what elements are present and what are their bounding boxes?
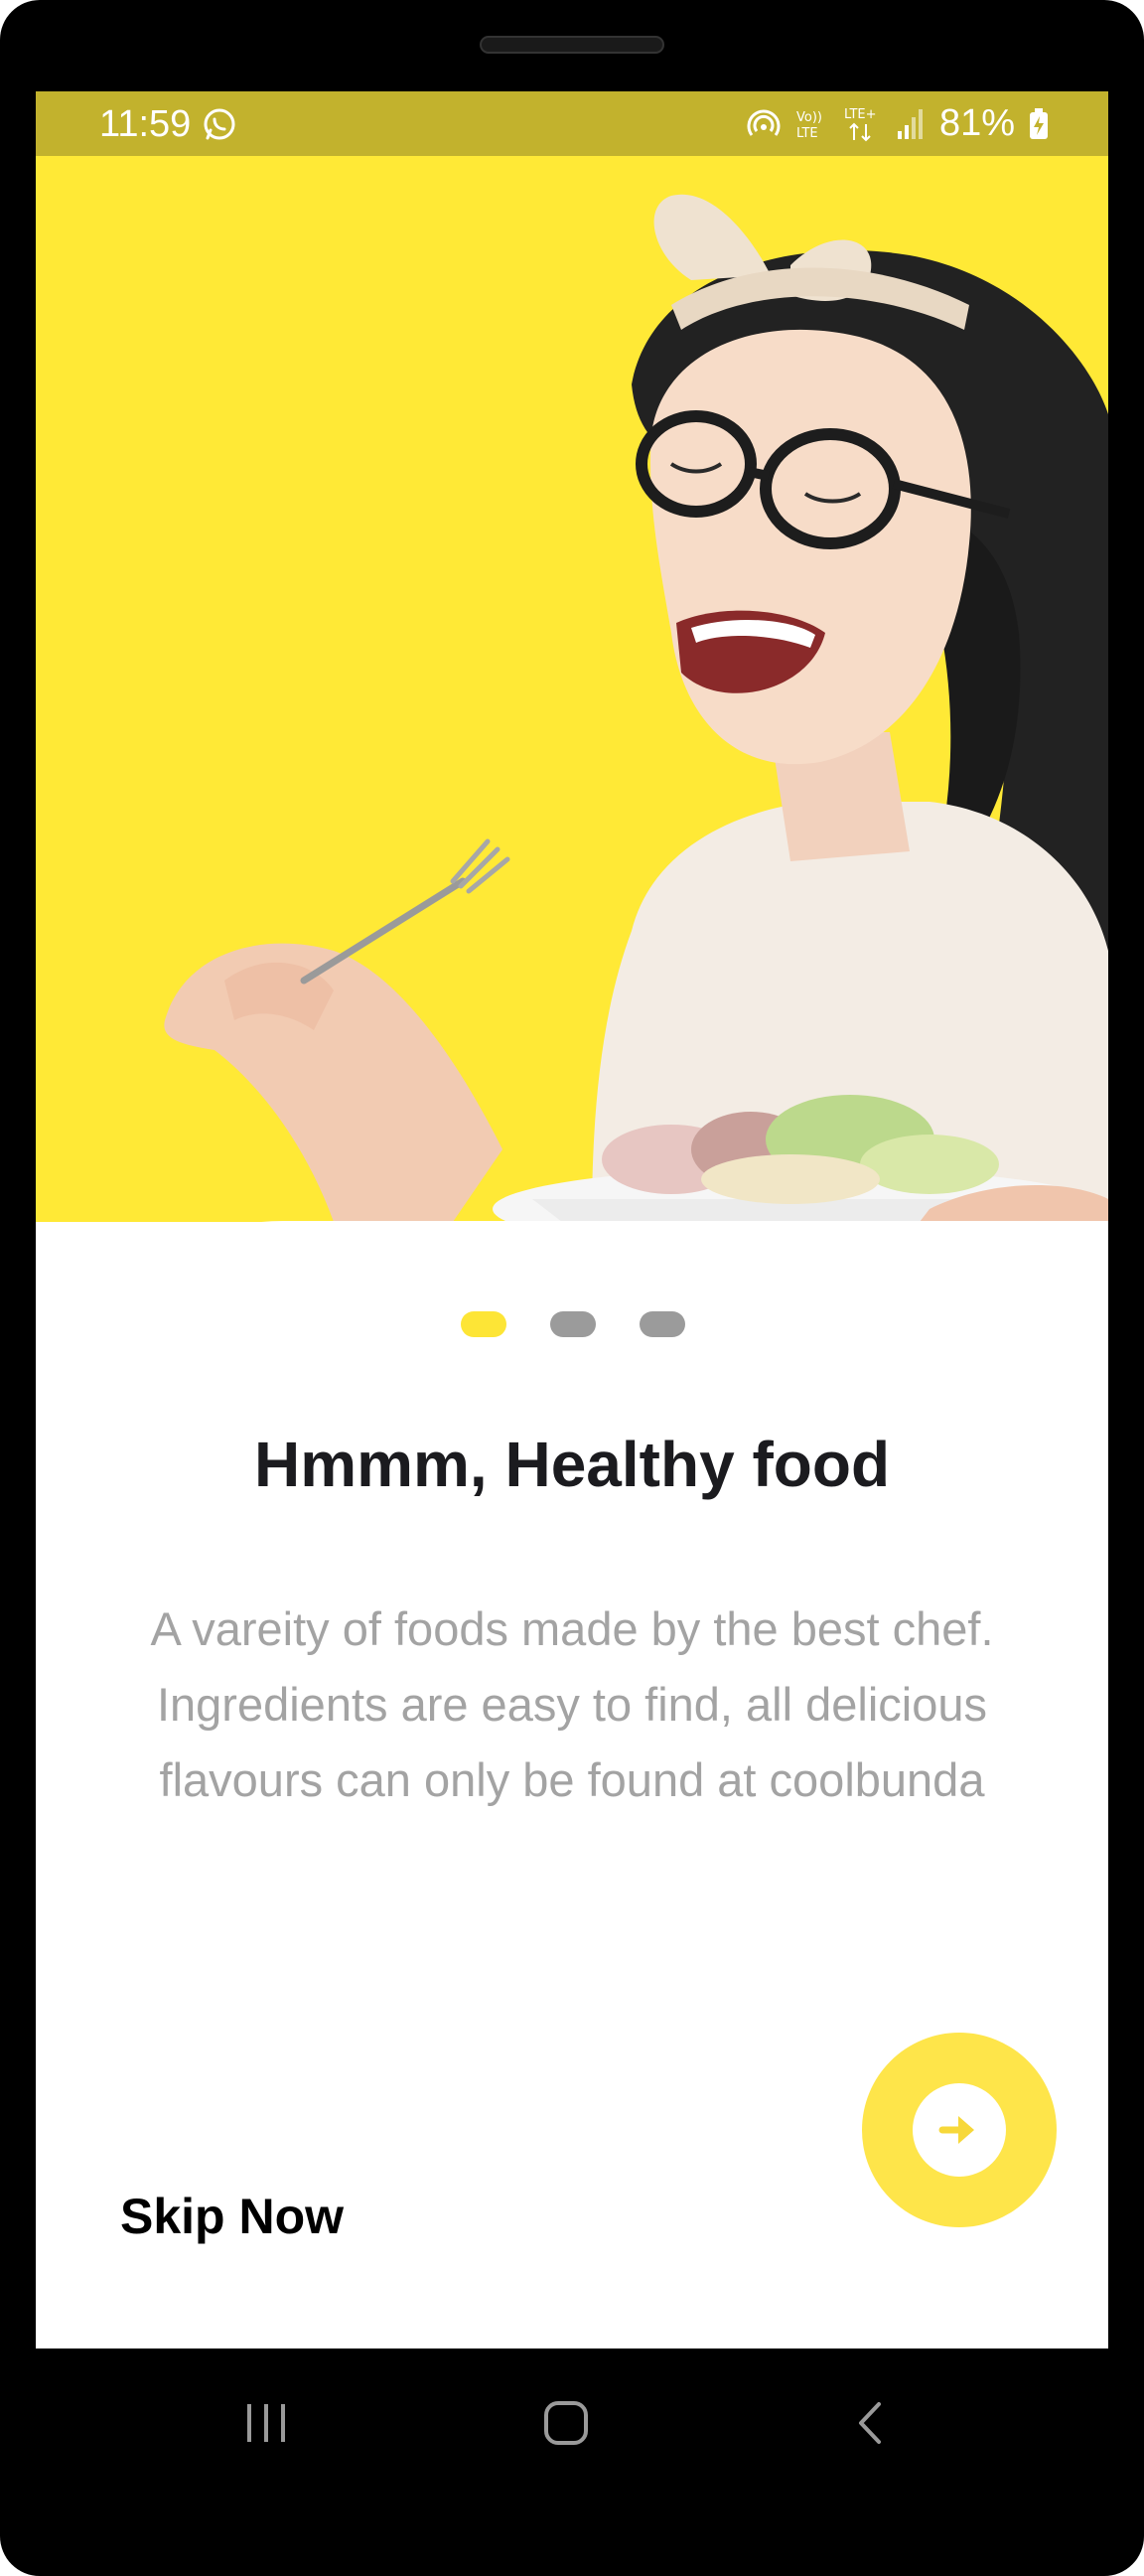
- whatsapp-icon: [204, 108, 235, 140]
- woman-eating-salad-illustration: [164, 194, 1108, 1222]
- svg-text:LTE+: LTE+: [844, 107, 877, 122]
- lte-plus-data-icon: LTE+: [844, 107, 877, 141]
- arrow-right-icon: [938, 2116, 974, 2144]
- status-indicators: Vo)) LTE LTE+ 81%: [747, 101, 1049, 146]
- svg-text:LTE: LTE: [796, 126, 818, 141]
- home-icon: [544, 2401, 588, 2445]
- onboarding-description: A vareity of foods made by the best chef…: [150, 1602, 994, 1806]
- status-bar: 11:59 Vo)) LTE LTE+ 81%: [36, 91, 1108, 156]
- battery-percentage: 81%: [938, 102, 1015, 144]
- system-navigation-bar: [0, 2349, 1144, 2498]
- page-indicator: [36, 1311, 1108, 1337]
- back-icon: [859, 2402, 881, 2444]
- svg-text:Vo)): Vo)): [796, 110, 822, 125]
- earpiece-speaker: [480, 36, 664, 54]
- page-dot-1-active[interactable]: [461, 1311, 506, 1337]
- volte-icon: Vo)) LTE: [796, 110, 822, 141]
- page-dot-2[interactable]: [550, 1311, 596, 1337]
- page-dot-3[interactable]: [640, 1311, 685, 1337]
- hotspot-icon: [747, 109, 781, 136]
- phone-frame: 11:59 Vo)) LTE LTE+ 81% Hmmm, Healthy fo…: [0, 0, 1144, 2576]
- hero-image: [36, 156, 1108, 1222]
- home-button[interactable]: [531, 2388, 601, 2458]
- onboarding-title: Hmmm, Healthy food: [253, 1429, 891, 1500]
- next-button[interactable]: [862, 2033, 1057, 2227]
- recent-apps-button[interactable]: [231, 2388, 301, 2458]
- skip-now-button[interactable]: Skip Now: [120, 2188, 344, 2245]
- signal-icon: [897, 108, 923, 139]
- back-button[interactable]: [834, 2388, 904, 2458]
- battery-charging-icon: [1030, 107, 1048, 139]
- next-button-inner: [913, 2083, 1006, 2177]
- app-screen: 11:59 Vo)) LTE LTE+ 81% Hmmm, Healthy fo…: [36, 91, 1108, 2349]
- recent-apps-icon: [247, 2404, 285, 2442]
- status-time: 11:59: [99, 103, 192, 145]
